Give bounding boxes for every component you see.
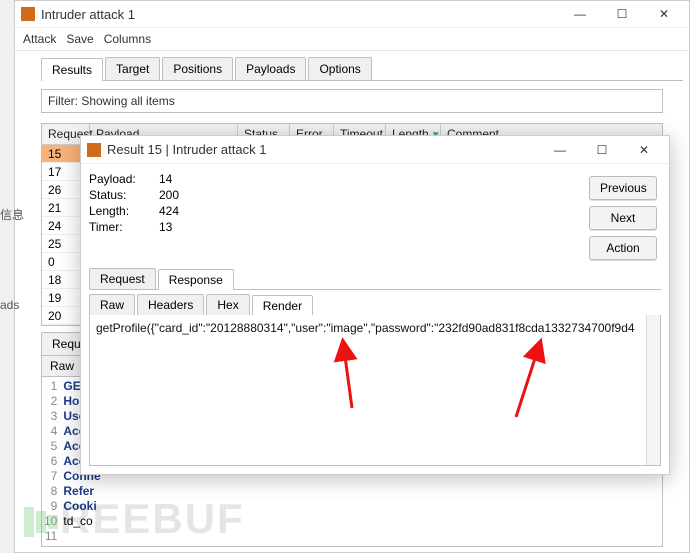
length-value: 424 [159,204,179,218]
main-tabs: Results Target Positions Payloads Option… [41,57,683,81]
tab-request[interactable]: Request [89,268,156,289]
viewtab-render[interactable]: Render [252,295,313,316]
previous-button[interactable]: Previous [589,176,657,200]
filter-bar[interactable]: Filter: Showing all items [41,89,663,113]
dialog-main-tabs: Request Response [89,268,661,290]
tab-payloads[interactable]: Payloads [235,57,306,80]
cropped-label-b: ads [0,298,19,312]
close-button[interactable]: ✕ [643,1,685,27]
menu-columns[interactable]: Columns [104,32,151,46]
dialog-maximize-button[interactable]: ☐ [581,137,623,163]
viewtab-hex[interactable]: Hex [206,294,249,315]
dialog-titlebar: Result 15 | Intruder attack 1 ― ☐ ✕ [81,136,669,164]
tab-results[interactable]: Results [41,58,103,81]
dialog-minimize-button[interactable]: ― [539,137,581,163]
render-text: getProfile({"card_id":"20128880314","use… [96,321,635,335]
app-icon [21,7,35,21]
tab-options[interactable]: Options [308,57,371,80]
payload-label: Payload: [89,172,159,186]
main-titlebar: Intruder attack 1 ― ☐ ✕ [15,1,689,28]
dialog-view-tabs: Raw Headers Hex Render [89,294,661,315]
render-pane[interactable]: getProfile({"card_id":"20128880314","use… [89,315,661,466]
watermark: REEBUF [24,495,245,543]
action-button[interactable]: Action [589,236,657,260]
tab-response[interactable]: Response [158,269,234,290]
cropped-label-a: 信息 [0,206,24,223]
app-icon [87,143,101,157]
dialog-title: Result 15 | Intruder attack 1 [107,142,266,157]
viewtab-headers[interactable]: Headers [137,294,204,315]
menu-save[interactable]: Save [66,32,93,46]
tab-positions[interactable]: Positions [162,57,233,80]
maximize-button[interactable]: ☐ [601,1,643,27]
length-label: Length: [89,204,159,218]
minimize-button[interactable]: ― [559,1,601,27]
menu-attack[interactable]: Attack [23,32,56,46]
timer-label: Timer: [89,220,159,234]
next-button[interactable]: Next [589,206,657,230]
window-title: Intruder attack 1 [41,7,135,22]
status-label: Status: [89,188,159,202]
dialog-close-button[interactable]: ✕ [623,137,665,163]
status-value: 200 [159,188,179,202]
subtab-raw[interactable]: Raw [41,356,83,377]
menu-bar: Attack Save Columns [15,28,689,51]
viewtab-raw[interactable]: Raw [89,294,135,315]
tab-target[interactable]: Target [105,57,160,80]
scrollbar[interactable] [646,315,660,465]
result-dialog: Result 15 | Intruder attack 1 ― ☐ ✕ Payl… [80,135,670,475]
timer-value: 13 [159,220,172,234]
payload-value: 14 [159,172,172,186]
